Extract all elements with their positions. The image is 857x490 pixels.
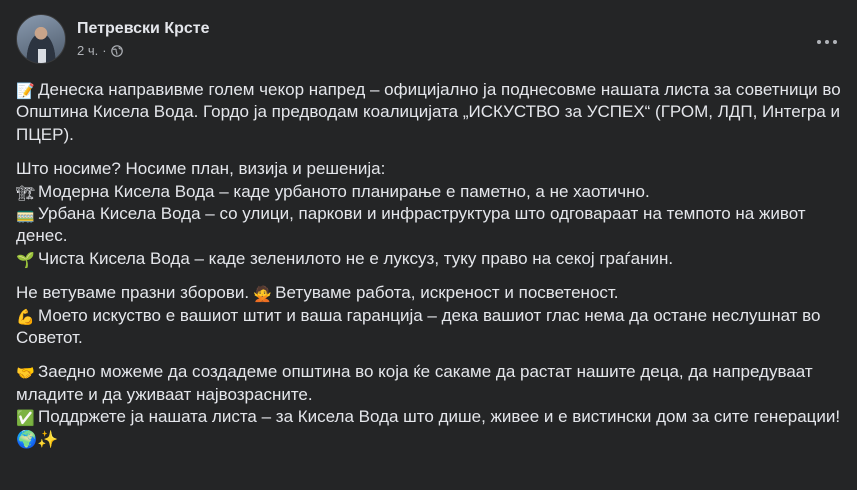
paragraph-2: Што носиме? Носиме план, визија и решени… xyxy=(16,158,841,270)
line-text: Моето искуство е вашиот штит и ваша гара… xyxy=(16,305,821,348)
list-item-text: Чиста Кисела Вода – каде зеленилото не е… xyxy=(38,248,674,268)
line-text: Поддржете ја нашата листа – за Кисела Во… xyxy=(38,407,841,427)
post-meta: Петревски Крсте 2 ч. · xyxy=(77,19,210,59)
post-time[interactable]: 2 ч. xyxy=(77,43,98,59)
paragraph-4: 🤝 Заедно можеме да создадеме општина во к… xyxy=(16,361,841,451)
tram-icon: 🚃 xyxy=(16,207,35,225)
text-line: 💪 Моето искуство е вашиот штит и ваша гар… xyxy=(16,305,841,350)
facebook-post: Петревски Крсте 2 ч. · 📝 Денеска направив… xyxy=(0,0,857,490)
list-item-text: Модерна Кисела Вода – каде урбаното план… xyxy=(38,181,650,201)
line-text: Заедно можеме да создадеме општина во ко… xyxy=(16,362,813,404)
text-line: ✅ Поддржете ја нашата листа – за Кисела В… xyxy=(16,406,841,451)
text-line: 🤝 Заедно можеме да создадеме општина во к… xyxy=(16,361,841,406)
construction-icon: 🏗 xyxy=(16,184,36,202)
line-text: Не ветуваме празни зборови. xyxy=(16,283,250,303)
handshake-icon: 🤝 xyxy=(16,365,35,383)
text-line: Не ветуваме празни зборови. 🙅 Ветуваме раб… xyxy=(16,282,841,304)
avatar[interactable] xyxy=(16,14,66,64)
flexed-biceps-icon: 💪 xyxy=(16,308,35,326)
post-header: Петревски Крсте 2 ч. · xyxy=(16,14,210,64)
more-options-icon[interactable] xyxy=(809,30,845,54)
list-item: 🏗 Модерна Кисела Вода – каде урбаното пла… xyxy=(16,181,841,203)
separator-dot: · xyxy=(102,43,107,58)
post-content: 📝 Денеска направивме голем чекор напред –… xyxy=(16,79,841,463)
memo-icon: 📝 xyxy=(16,83,35,100)
author-name[interactable]: Петревски Крсте xyxy=(77,19,210,39)
list-item-text: Урбана Кисела Вода – со улици, паркови и… xyxy=(16,204,806,246)
line-text: Ветуваме работа, искреност и посветеност… xyxy=(275,283,619,303)
text-line: 📝 Денеска направивме голем чекор напред –… xyxy=(16,79,841,146)
globe-icon[interactable] xyxy=(110,45,123,57)
list-item: 🌱 Чиста Кисела Вода – каде зеленилото не … xyxy=(16,248,841,270)
post-subline: 2 ч. · xyxy=(77,43,210,59)
person-gesturing-icon: 🙅 xyxy=(253,286,272,304)
globe-sparkles-icon: 🌍✨ xyxy=(16,429,59,449)
list-item: 🚃 Урбана Кисела Вода – со улици, паркови … xyxy=(16,203,841,248)
paragraph-1: 📝 Денеска направивме голем чекор напред –… xyxy=(16,79,841,146)
paragraph-text: Денеска направивме голем чекор напред – … xyxy=(16,80,841,144)
seedling-icon: 🌱 xyxy=(16,251,35,269)
check-mark-icon: ✅ xyxy=(16,410,35,428)
paragraph-3: Не ветуваме празни зборови. 🙅 Ветуваме раб… xyxy=(16,282,841,349)
list-intro: Што носиме? Носиме план, визија и решени… xyxy=(16,159,386,179)
